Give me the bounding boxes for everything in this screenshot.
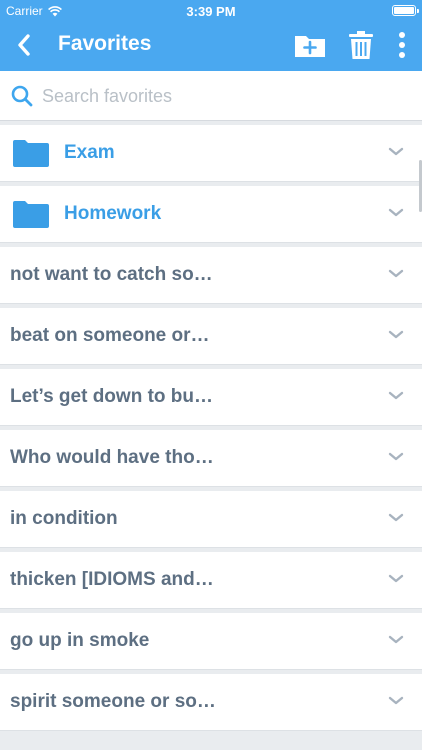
list-item[interactable]: spirit someone or so…	[0, 674, 422, 731]
search-icon	[11, 85, 33, 107]
list-item[interactable]: Who would have tho…	[0, 430, 422, 487]
search-bar	[0, 71, 422, 121]
back-button[interactable]	[10, 30, 40, 60]
chevron-down-icon[interactable]	[388, 147, 404, 157]
favorites-list: Exam Homework not want to catch so… beat…	[0, 125, 422, 735]
folder-icon	[13, 201, 49, 228]
list-item[interactable]: in condition	[0, 491, 422, 548]
chevron-down-icon[interactable]	[388, 391, 404, 401]
top-bar: Carrier 3:39 PM Favorites	[0, 0, 422, 71]
entry-label: in condition	[10, 508, 118, 529]
chevron-down-icon[interactable]	[388, 208, 404, 218]
list-item[interactable]: go up in smoke	[0, 613, 422, 670]
chevron-down-icon[interactable]	[388, 696, 404, 706]
trash-icon	[349, 31, 373, 59]
chevron-down-icon[interactable]	[388, 452, 404, 462]
list-item[interactable]: not want to catch so…	[0, 247, 422, 304]
chevron-down-icon[interactable]	[388, 269, 404, 279]
folder-row-homework[interactable]: Homework	[0, 186, 422, 243]
folder-label: Exam	[64, 142, 115, 163]
list-item[interactable]: beat on someone or…	[0, 308, 422, 365]
entry-label: not want to catch so…	[10, 264, 213, 285]
delete-button[interactable]	[345, 29, 377, 61]
entry-label: spirit someone or so…	[10, 691, 216, 712]
search-input[interactable]	[42, 81, 402, 111]
battery-icon	[392, 5, 419, 16]
navigation-bar: Favorites	[0, 22, 422, 71]
new-folder-button[interactable]	[294, 29, 326, 61]
entry-label: Who would have tho…	[10, 447, 214, 468]
page-title: Favorites	[58, 32, 152, 55]
more-options-button[interactable]	[390, 29, 414, 61]
entry-label: beat on someone or…	[10, 325, 210, 346]
folder-label: Homework	[64, 203, 162, 224]
entry-label: go up in smoke	[10, 630, 150, 651]
folder-icon	[13, 140, 49, 167]
chevron-down-icon[interactable]	[388, 513, 404, 523]
chevron-down-icon[interactable]	[388, 330, 404, 340]
entry-label: Let’s get down to bu…	[10, 386, 213, 407]
entry-label: thicken [IDIOMS and…	[10, 569, 214, 590]
more-vertical-icon	[399, 32, 405, 58]
app-root: Carrier 3:39 PM Favorites Search favorit…	[0, 0, 422, 750]
status-time: 3:39 PM	[186, 4, 236, 19]
folder-row-exam[interactable]: Exam	[0, 125, 422, 182]
chevron-down-icon[interactable]	[388, 635, 404, 645]
status-bar: Carrier 3:39 PM	[0, 0, 422, 22]
folder-plus-icon	[295, 36, 325, 57]
chevron-down-icon[interactable]	[388, 574, 404, 584]
list-item[interactable]: Let’s get down to bu…	[0, 369, 422, 426]
chevron-left-icon	[18, 34, 30, 56]
list-item[interactable]: thicken [IDIOMS and…	[0, 552, 422, 609]
